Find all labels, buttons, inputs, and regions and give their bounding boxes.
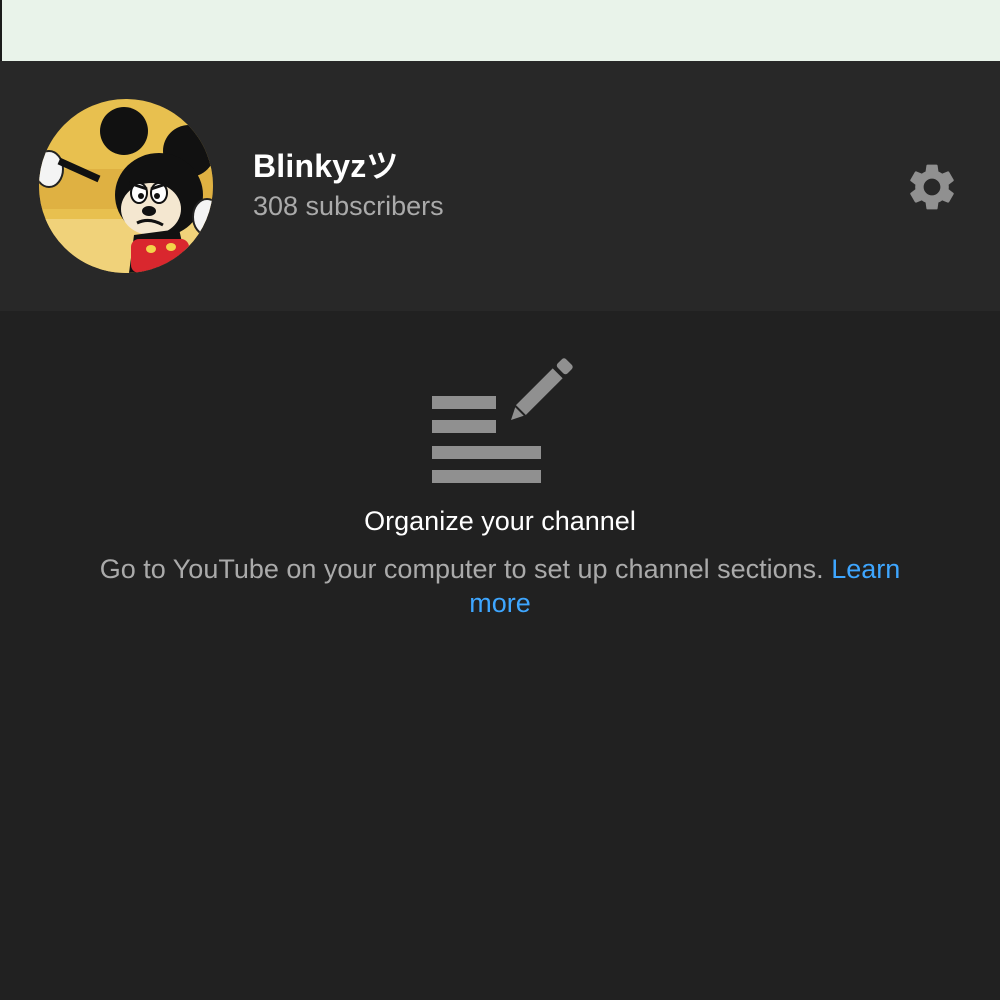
cartoon-mouse-avatar-icon xyxy=(39,99,213,273)
empty-state-text: Go to YouTube on your computer to set up… xyxy=(99,554,824,584)
subscriber-count: 308 subscribers xyxy=(253,191,444,221)
settings-button[interactable] xyxy=(904,159,960,215)
empty-state-title: Organize your channel xyxy=(364,506,636,536)
edit-sections-icon xyxy=(428,358,574,488)
gear-icon xyxy=(910,164,954,210)
channel-avatar[interactable] xyxy=(39,99,213,273)
empty-state-description: Go to YouTube on your computer to set up… xyxy=(70,552,930,620)
channel-name: Blinkyzツ xyxy=(253,148,399,184)
top-strip xyxy=(0,0,1000,61)
channel-header: Blinkyzツ 308 subscribers xyxy=(0,61,1000,311)
